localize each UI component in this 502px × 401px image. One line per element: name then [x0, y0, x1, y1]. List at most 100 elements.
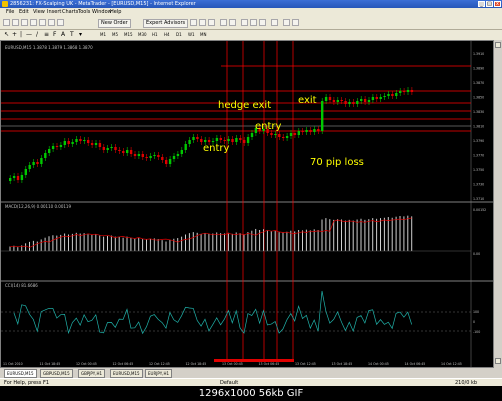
candle-body [153, 155, 156, 156]
candle-body [375, 97, 378, 99]
candle-body [352, 102, 355, 104]
candlestick-icon[interactable] [199, 19, 206, 26]
fibonacci-icon[interactable]: F [53, 31, 56, 38]
timeframe-h1[interactable]: H1 [152, 32, 158, 37]
timeframe-d1[interactable]: D1 [176, 32, 182, 37]
candle-body [395, 93, 398, 96]
macd-histogram [1, 215, 471, 252]
market-watch-icon[interactable] [21, 19, 28, 26]
zoom-in-icon[interactable] [220, 19, 227, 26]
timeframe-m15[interactable]: M15 [124, 32, 133, 37]
tab-gbpusd-m15[interactable]: GBPUSD,M15 [40, 369, 73, 378]
text-icon[interactable]: A [61, 31, 65, 38]
timeframe-mn[interactable]: MN [200, 32, 206, 37]
candle-body [223, 140, 226, 141]
tab-gbpjpy-h1[interactable]: GBPJPY,H1 [78, 369, 106, 378]
menu-edit[interactable]: Edit [19, 9, 29, 15]
scroll-up-icon[interactable] [495, 42, 501, 48]
timeframe-m5[interactable]: M5 [112, 32, 118, 37]
vertical-lines [226, 41, 294, 359]
candle-body [51, 146, 55, 149]
time-tick-label: 11 Oct 18:45 [40, 362, 61, 366]
menu-file[interactable]: File [6, 9, 14, 15]
time-tick-label: 12 Oct 00:45 [76, 362, 97, 366]
vertical-scrollbar[interactable] [493, 40, 502, 368]
terminal-icon[interactable] [48, 19, 55, 26]
price-tick-label: 1.3790 [473, 139, 484, 143]
candle-body [391, 94, 394, 96]
zoom-out-icon[interactable] [229, 19, 236, 26]
candle-body [360, 99, 363, 101]
candle-body [129, 150, 133, 154]
cci-axis-ticks: 100 0 -100 [473, 310, 480, 334]
tab-eurusd-m15[interactable]: EURUSD,M15 [4, 369, 37, 378]
candle-body [367, 100, 371, 102]
candle-body [63, 141, 66, 145]
chart-window[interactable]: EURUSD,M15 1.3878 1.3879 1.3868 1.3870 M… [0, 40, 502, 368]
templates-icon[interactable] [292, 19, 299, 26]
candle-body [231, 139, 234, 142]
strategy-tester-icon[interactable] [57, 19, 64, 26]
data-window-icon[interactable] [30, 19, 37, 26]
arrow-icon[interactable]: ▾ [79, 31, 82, 38]
crosshair-icon[interactable]: + [12, 31, 17, 38]
menu-tools[interactable]: Tools [78, 9, 90, 15]
time-tick-label: 12 Oct 18:45 [186, 362, 207, 366]
macd-tick-label: 0.00 [473, 252, 480, 256]
vertical-line-icon[interactable]: | [20, 31, 22, 38]
profiles-icon[interactable] [12, 19, 19, 26]
price-tick-label: 1.3870 [473, 81, 484, 85]
candle-body [289, 133, 293, 136]
cursor-icon[interactable]: ↖ [4, 31, 9, 38]
candle-body [67, 141, 70, 144]
scroll-down-icon[interactable] [495, 358, 501, 364]
candle-body [270, 133, 273, 135]
timeframe-m1[interactable]: M1 [100, 32, 106, 37]
line-chart-icon[interactable] [208, 19, 215, 26]
chart-tabs: EURUSD,M15 GBPUSD,M15 GBPJPY,H1 EURUSD,M… [0, 368, 502, 378]
chart-shift-icon[interactable] [259, 19, 266, 26]
candle-body [410, 90, 414, 92]
tab-eurjpy-h1[interactable]: EURJPY,H1 [145, 369, 173, 378]
timeframe-h4[interactable]: H4 [164, 32, 170, 37]
timeframe-w1[interactable]: W1 [188, 32, 195, 37]
candle-body [75, 139, 78, 142]
candle-body [133, 154, 137, 156]
channel-icon[interactable]: ≡ [44, 31, 49, 38]
menu-view[interactable]: View [33, 9, 45, 15]
candle-body [211, 141, 215, 142]
menu-charts[interactable]: Charts [62, 9, 78, 15]
trendline-icon[interactable]: / [36, 31, 38, 38]
candle-body [40, 158, 43, 164]
candle-body [340, 100, 343, 101]
new-order-button[interactable]: New Order [98, 19, 131, 28]
candle-body [9, 178, 12, 181]
bar-chart-icon[interactable] [190, 19, 197, 26]
autoscroll-icon[interactable] [250, 19, 257, 26]
tile-windows-icon[interactable] [241, 19, 248, 26]
candle-body [157, 155, 160, 157]
label-icon[interactable]: T [70, 31, 74, 38]
tab-eurusd-m15-2[interactable]: EURUSD,M15 [110, 369, 143, 378]
indicators-icon[interactable] [271, 19, 278, 26]
timeframe-m30[interactable]: M30 [138, 32, 147, 37]
minimize-button[interactable]: _ [478, 1, 485, 7]
candle-body [204, 140, 207, 142]
chart-canvas[interactable]: EURUSD,M15 1.3878 1.3879 1.3868 1.3870 M… [1, 41, 493, 367]
candle-body [317, 129, 320, 131]
candle-body [207, 140, 211, 142]
navigator-icon[interactable] [39, 19, 46, 26]
maximize-button[interactable]: □ [486, 1, 493, 7]
candle-body [24, 169, 27, 175]
horizontal-line-icon[interactable]: — [26, 31, 32, 38]
close-button[interactable]: x [494, 1, 501, 7]
candle-body [161, 157, 164, 160]
candle-body [137, 154, 141, 156]
menu-window[interactable]: Window [92, 9, 112, 15]
menu-insert[interactable]: Insert [47, 9, 61, 15]
time-tick-label: 14 Oct 06:45 [405, 362, 426, 366]
menu-help[interactable]: Help [110, 9, 121, 15]
periods-icon[interactable] [283, 19, 290, 26]
new-chart-icon[interactable] [3, 19, 10, 26]
expert-advisors-button[interactable]: Expert Advisors [143, 19, 189, 28]
